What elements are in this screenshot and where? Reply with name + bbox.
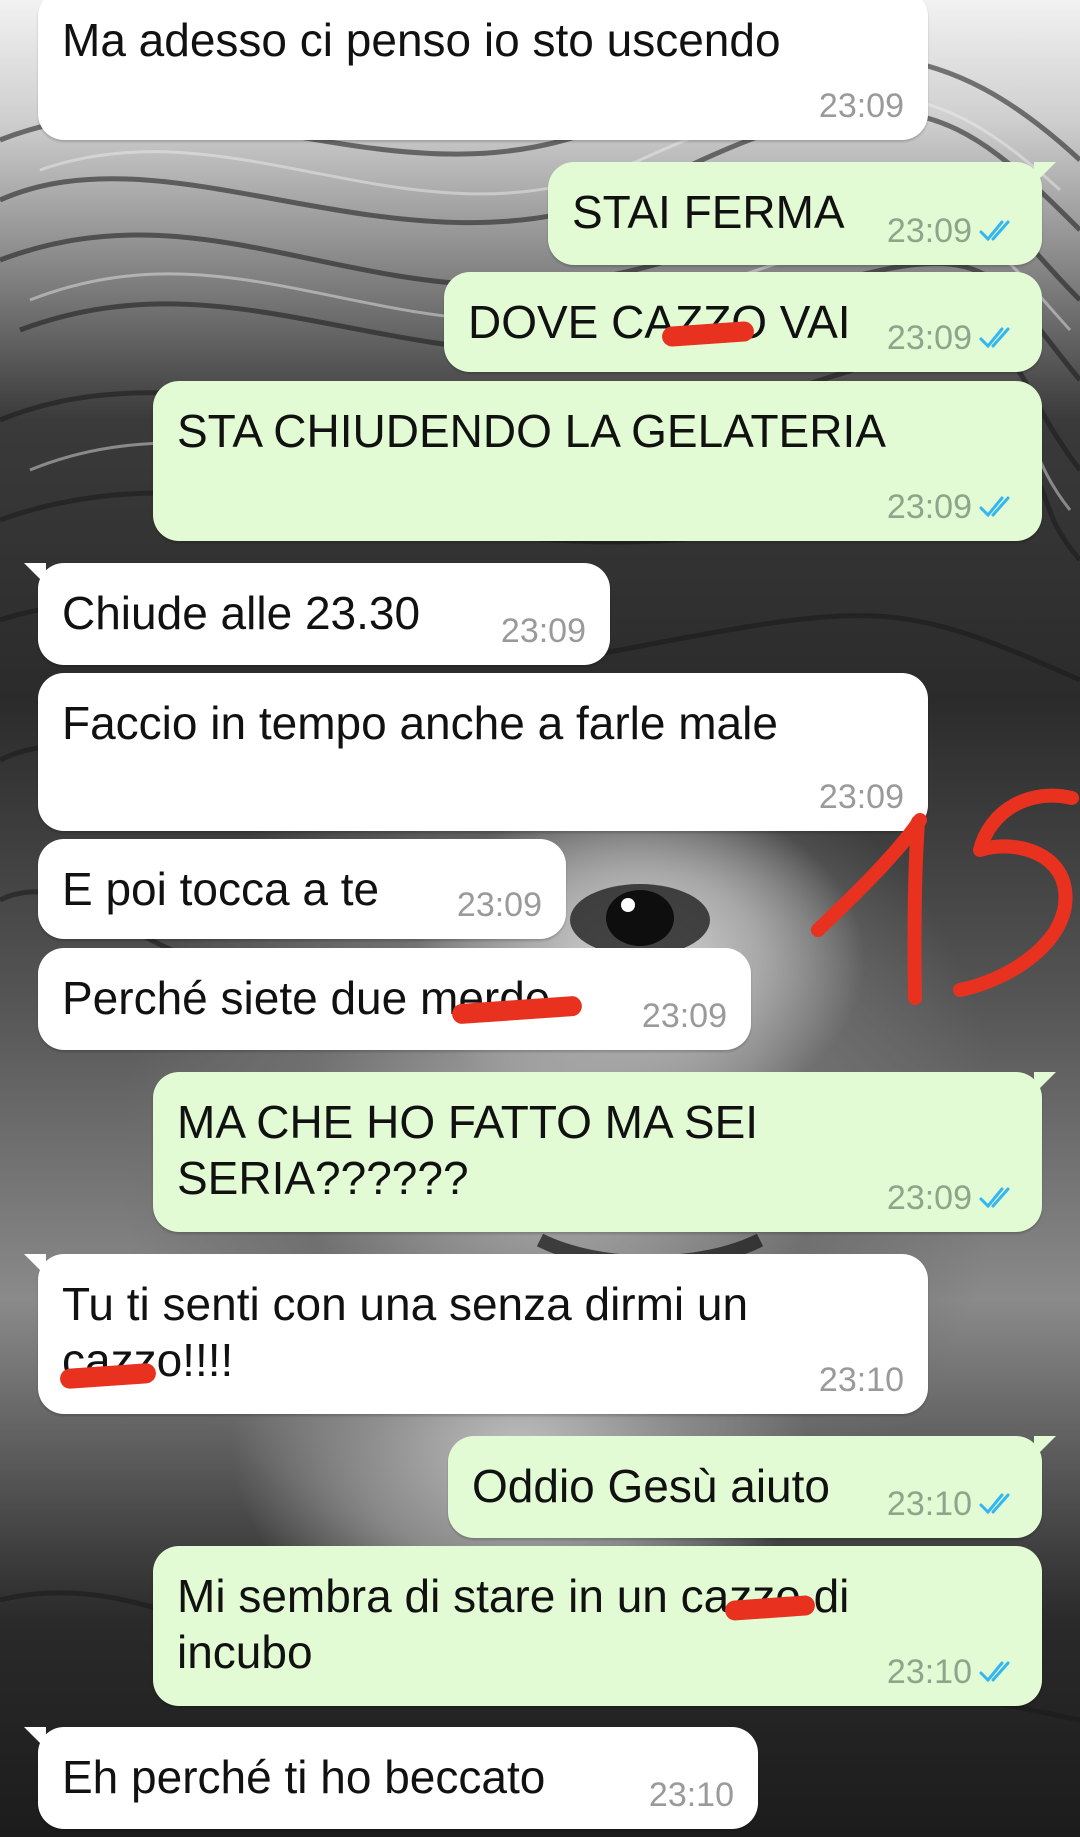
message-meta: 23:10 [887, 1652, 1018, 1692]
message-time: 23:09 [886, 488, 972, 526]
message-time: 23:10 [818, 1361, 904, 1399]
message-time: 23:10 [648, 1776, 734, 1814]
read-ticks-icon [979, 220, 1010, 242]
message-outgoing[interactable]: DOVE CAZZO VAI 23:09 [444, 272, 1042, 372]
message-outgoing[interactable]: Oddio Gesù aiuto 23:10 [448, 1436, 1056, 1538]
message-time: 23:10 [886, 1485, 972, 1523]
message-outgoing[interactable]: STAI FERMA 23:09 [548, 162, 1056, 265]
message-time: 23:09 [818, 87, 904, 125]
message-incoming[interactable]: Faccio in tempo anche a farle male 23:09 [38, 673, 928, 831]
message-outgoing[interactable]: MA CHE HO FATTO MA SEI SERIA?????? 23:09 [153, 1072, 1056, 1232]
message-text: Faccio in tempo anche a farle male [62, 697, 778, 749]
message-time: 23:09 [641, 997, 727, 1035]
message-time: 23:10 [886, 1653, 972, 1691]
read-ticks-icon [979, 327, 1010, 349]
message-text: Ma adesso ci penso io sto uscendo [62, 14, 781, 66]
message-meta: 23:09 [457, 885, 542, 925]
message-incoming[interactable]: Chiude alle 23.30 23:09 [24, 563, 610, 665]
message-text: Eh perché ti ho beccato [62, 1751, 546, 1803]
message-time: 23:09 [886, 1179, 972, 1217]
message-incoming[interactable]: Tu ti senti con una senza dirmi un cazzo… [24, 1254, 928, 1414]
message-meta: 23:09 [887, 211, 1018, 251]
message-text: STA CHIUDENDO LA GELATERIA [177, 405, 886, 457]
message-meta: 23:10 [649, 1775, 734, 1815]
message-meta: 23:10 [887, 1484, 1018, 1524]
message-text: Tu ti senti con una senza dirmi un cazzo… [62, 1278, 749, 1386]
handwritten-annotation: 15 [811, 788, 1079, 1005]
message-meta: 23:10 [819, 1360, 904, 1400]
message-meta: 23:09 [887, 318, 1018, 358]
message-time: 23:09 [456, 886, 542, 924]
message-meta: 23:09 [887, 1178, 1018, 1218]
message-incoming[interactable]: Eh perché ti ho beccato 23:10 [24, 1727, 758, 1829]
message-meta: 23:09 [501, 611, 586, 651]
chat-thread[interactable]: Ma adesso ci penso io sto uscendo 23:09 … [0, 0, 1080, 1837]
read-ticks-icon [979, 1187, 1010, 1209]
message-incoming[interactable]: Ma adesso ci penso io sto uscendo 23:09 [38, 0, 928, 140]
message-incoming[interactable]: E poi tocca a te 23:09 [38, 839, 566, 939]
message-outgoing[interactable]: STA CHIUDENDO LA GELATERIA 23:09 [153, 381, 1042, 541]
message-time: 23:09 [886, 212, 972, 250]
read-ticks-icon [979, 496, 1010, 518]
read-ticks-icon [979, 1493, 1010, 1515]
message-time: 23:09 [500, 612, 586, 650]
message-incoming[interactable]: Perché siete due merde 23:09 [38, 948, 751, 1050]
message-meta: 23:09 [819, 86, 904, 126]
message-time: 23:09 [886, 319, 972, 357]
read-ticks-icon [979, 1661, 1010, 1683]
message-meta: 23:09 [887, 487, 1018, 527]
message-outgoing[interactable]: Mi sembra di stare in un cazzo di incubo… [153, 1546, 1042, 1706]
message-text: Perché siete due merde [62, 972, 551, 1024]
message-meta: 23:09 [642, 996, 727, 1036]
